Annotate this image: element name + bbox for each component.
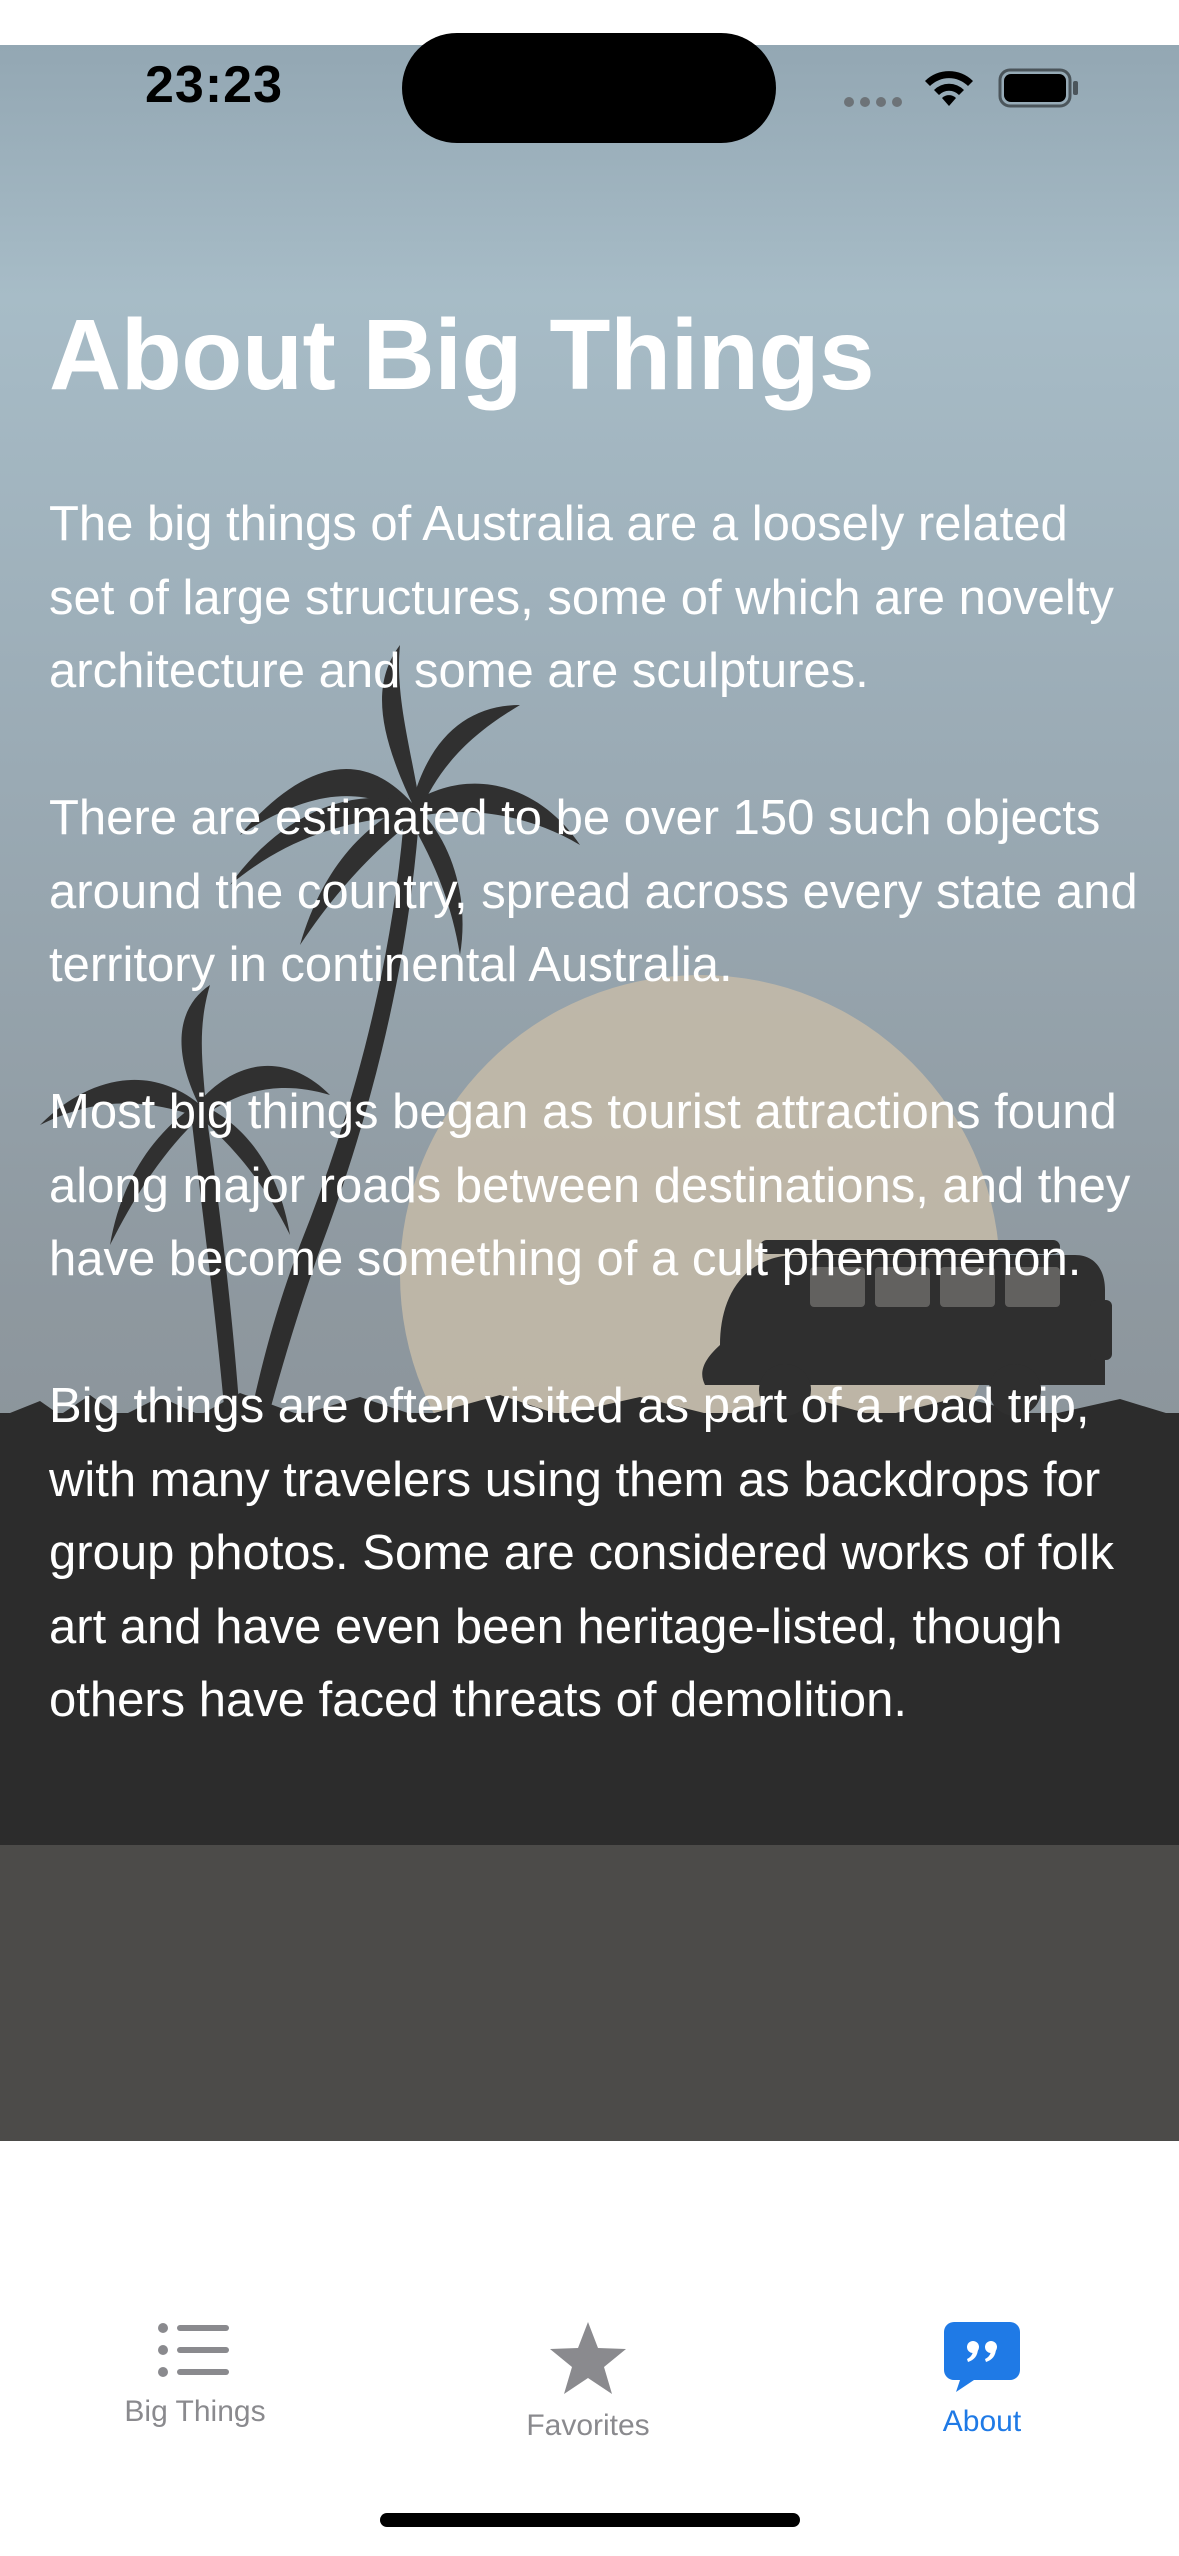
status-time: 23:23: [145, 56, 283, 114]
quote-bubble-icon: [944, 2322, 1020, 2392]
about-paragraph-3: Most big things began as tourist attract…: [49, 1085, 1131, 1286]
about-paragraph-1: The big things of Australia are a loosel…: [49, 497, 1114, 698]
tab-favorites[interactable]: Favorites: [458, 2320, 718, 2443]
tab-about[interactable]: About: [852, 2320, 1112, 2439]
cellular-signal-icon: [844, 97, 902, 107]
tab-about-label: About: [942, 2405, 1022, 2438]
home-indicator[interactable]: [380, 2513, 800, 2527]
about-content: About Big Things The big things of Austr…: [49, 300, 1139, 1811]
star-icon: [550, 2322, 626, 2394]
battery-icon: [998, 68, 1078, 108]
tab-big-things[interactable]: Big Things: [65, 2320, 325, 2429]
tab-favorites-label: Favorites: [526, 2409, 650, 2442]
about-paragraph-4: Big things are often visited as part of …: [49, 1379, 1114, 1727]
dynamic-island: [402, 33, 776, 143]
wifi-icon: [925, 71, 973, 106]
about-paragraph-2: There are estimated to be over 150 such …: [49, 791, 1138, 992]
page-title: About Big Things: [49, 299, 875, 411]
tab-big-things-label: Big Things: [124, 2395, 266, 2428]
list-icon: [158, 2323, 229, 2377]
